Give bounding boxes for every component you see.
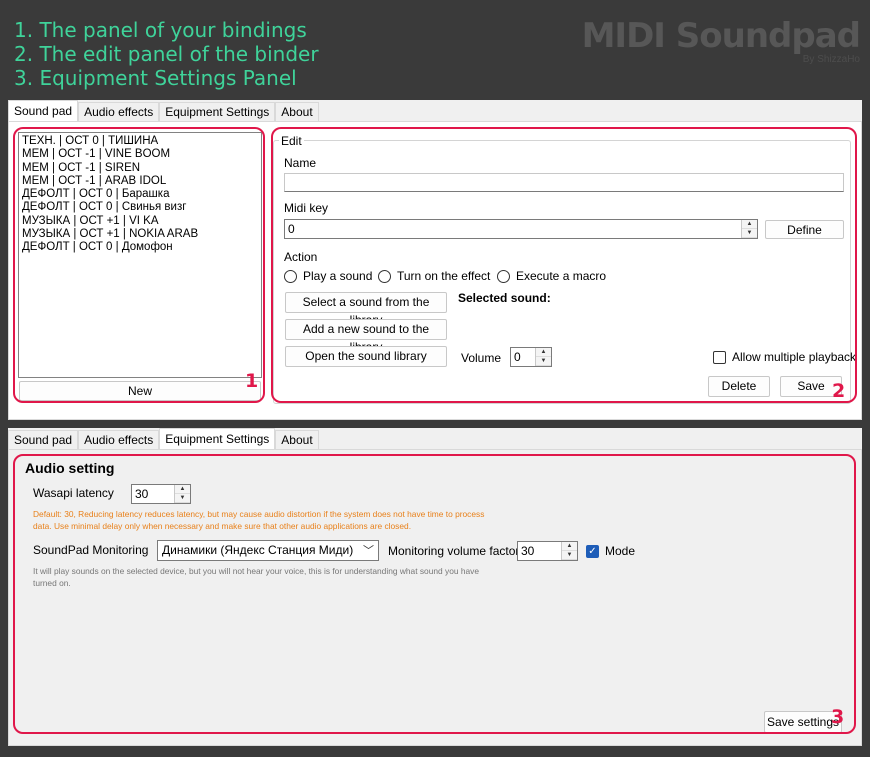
bindings-panel-highlight — [13, 127, 265, 403]
brand-title: MIDI Soundpad — [581, 16, 861, 56]
feature-list: 1. The panel of your bindings 2. The edi… — [14, 18, 319, 90]
tab-about[interactable]: About — [275, 430, 319, 450]
tab-sound-pad[interactable]: Sound pad — [8, 430, 79, 450]
tab-audio-effects[interactable]: Audio effects — [78, 430, 160, 450]
equipment-panel-highlight — [13, 454, 856, 734]
marker-2: 2 — [832, 380, 846, 402]
tab-bar: Sound pad Audio effects Equipment Settin… — [8, 428, 319, 450]
tab-bar: Sound pad Audio effects Equipment Settin… — [8, 100, 319, 122]
tab-sound-pad[interactable]: Sound pad — [8, 100, 79, 122]
marker-3: 3 — [831, 706, 845, 728]
feature-item: 2. The edit panel of the binder — [14, 42, 319, 66]
tab-about[interactable]: About — [275, 102, 319, 122]
feature-item: 3. Equipment Settings Panel — [14, 66, 297, 90]
brand: MIDI Soundpad By ShizzaHo — [581, 16, 861, 65]
soundpad-window: Sound pad Audio effects Equipment Settin… — [8, 100, 862, 420]
feature-item: 1. The panel of your bindings — [14, 18, 307, 42]
tab-equipment-settings[interactable]: Equipment Settings — [159, 102, 276, 122]
equipment-window: Sound pad Audio effects Equipment Settin… — [8, 428, 862, 746]
tab-equipment-settings[interactable]: Equipment Settings — [159, 428, 276, 450]
tab-audio-effects[interactable]: Audio effects — [78, 102, 160, 122]
edit-panel-highlight — [271, 127, 857, 403]
marker-1: 1 — [245, 370, 259, 392]
